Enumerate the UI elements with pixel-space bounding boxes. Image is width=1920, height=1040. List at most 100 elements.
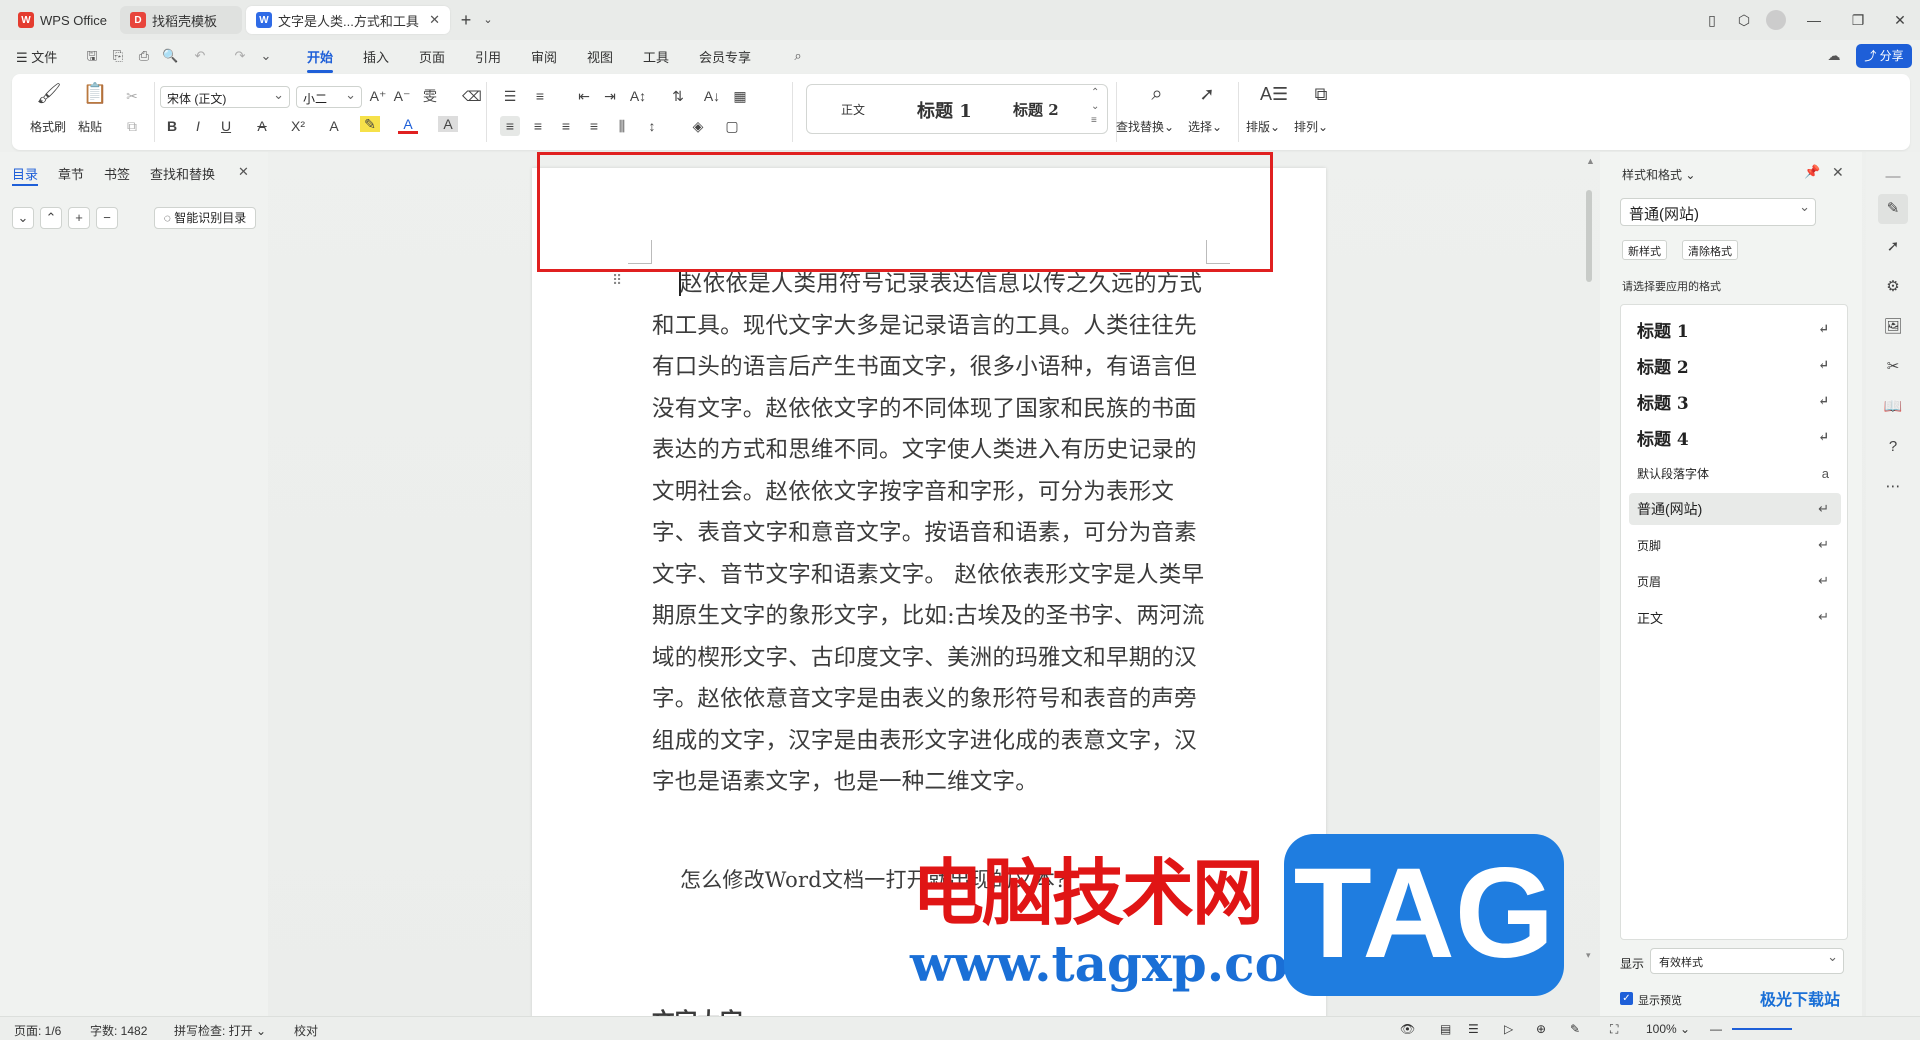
spell-check-toggle[interactable]: 拼写检查: 打开 ⌄ bbox=[174, 1022, 266, 1039]
tab-document[interactable]: W 文字是人类...方式和工具 ✕ bbox=[246, 6, 450, 34]
tab-find-replace[interactable]: 查找和替换 bbox=[150, 164, 215, 183]
menu-insert[interactable]: 插入 bbox=[363, 47, 389, 66]
distribute-icon[interactable]: ⫼ bbox=[612, 116, 632, 136]
collapse-up-button[interactable]: ⌃ bbox=[40, 207, 62, 229]
zoom-out-icon[interactable]: — bbox=[1710, 1022, 1722, 1036]
format-painter-button[interactable]: 格式刷 bbox=[30, 118, 66, 135]
play-icon[interactable]: ▷ bbox=[1504, 1022, 1513, 1036]
clear-format-icon[interactable]: ⌫ bbox=[462, 86, 482, 106]
menu-page[interactable]: 页面 bbox=[419, 47, 445, 66]
find-replace-button[interactable]: 查找替换⌄ bbox=[1116, 118, 1174, 135]
document-scrollbar[interactable]: ▲ ▾ bbox=[1586, 156, 1595, 1006]
border-icon[interactable]: ▢ bbox=[722, 116, 742, 136]
gallery-more-icon[interactable]: ≡ bbox=[1091, 115, 1097, 126]
bullet-list-icon[interactable]: ☰ bbox=[500, 86, 520, 106]
page-indicator[interactable]: 页面: 1/6 bbox=[14, 1022, 61, 1039]
eye-icon[interactable]: 👁 bbox=[1400, 1022, 1415, 1036]
style-pen-icon[interactable]: ✎ bbox=[1878, 194, 1908, 224]
phonetic-icon[interactable]: 雯 bbox=[420, 86, 440, 106]
tools-icon[interactable]: ✂ bbox=[1882, 356, 1904, 378]
char-shading-icon[interactable]: A bbox=[438, 116, 458, 132]
save-icon[interactable]: 🖫 bbox=[84, 48, 100, 64]
cloud-icon[interactable]: ☁ bbox=[1826, 48, 1842, 64]
search-icon[interactable]: ⌕ bbox=[790, 48, 806, 64]
align-left-icon[interactable]: ≡ bbox=[500, 116, 520, 136]
underline-icon[interactable]: U bbox=[216, 116, 236, 136]
word-count[interactable]: 字数: 1482 bbox=[90, 1022, 147, 1039]
close-pane-icon[interactable]: ✕ bbox=[1832, 164, 1844, 181]
style-item-heading-1[interactable]: 标题 1 ↵ bbox=[1629, 313, 1841, 345]
align-center-icon[interactable]: ≡ bbox=[528, 116, 548, 136]
decrease-indent-icon[interactable]: ⇤ bbox=[574, 86, 594, 106]
style-heading-2[interactable]: 标题 2 bbox=[1013, 99, 1059, 120]
clear-format-button[interactable]: 清除格式 bbox=[1682, 240, 1738, 260]
layout-button[interactable]: 排版⌄ bbox=[1246, 118, 1280, 135]
close-pane-icon[interactable]: ✕ bbox=[238, 164, 249, 180]
show-filter-select[interactable]: 有效样式 bbox=[1650, 948, 1844, 974]
style-heading-1[interactable]: 标题 1 bbox=[917, 97, 972, 123]
select-button[interactable]: 选择⌄ bbox=[1188, 118, 1222, 135]
tab-wps-office[interactable]: W WPS Office bbox=[8, 6, 118, 34]
fit-page-icon[interactable]: ⛶ bbox=[1610, 1022, 1618, 1037]
menu-member[interactable]: 会员专享 bbox=[699, 47, 751, 66]
remove-level-button[interactable]: − bbox=[96, 207, 118, 229]
style-item-heading-3[interactable]: 标题 3 ↵ bbox=[1629, 385, 1841, 417]
select-cursor-icon[interactable]: ➚ bbox=[1194, 84, 1220, 104]
menu-review[interactable]: 审阅 bbox=[531, 47, 557, 66]
menu-reference[interactable]: 引用 bbox=[475, 47, 501, 66]
restore-icon[interactable]: ❐ bbox=[1848, 10, 1868, 30]
help-icon[interactable]: ? bbox=[1882, 436, 1904, 458]
superscript-icon[interactable]: X² bbox=[288, 116, 308, 136]
shading-icon[interactable]: ◈ bbox=[688, 116, 708, 136]
tab-chapter[interactable]: 章节 bbox=[58, 164, 84, 183]
style-item-normal-web[interactable]: 普通(网站) ↵ bbox=[1629, 493, 1841, 525]
share-button[interactable]: ⤴ 分享 bbox=[1856, 44, 1912, 68]
arrange-button[interactable]: 排列⌄ bbox=[1294, 118, 1328, 135]
tab-toc[interactable]: 目录 bbox=[12, 164, 38, 183]
arrange-icon[interactable]: ⧉ bbox=[1308, 84, 1334, 104]
tab-bookmark[interactable]: 书签 bbox=[104, 164, 130, 183]
line-spacing-icon[interactable]: ↕ bbox=[642, 116, 662, 136]
pin-icon[interactable]: 📌 bbox=[1804, 164, 1820, 180]
numbered-list-icon[interactable]: ≡ bbox=[530, 86, 550, 106]
avatar[interactable] bbox=[1766, 10, 1786, 30]
properties-icon[interactable]: ⚙ bbox=[1882, 276, 1904, 298]
outline-view-icon[interactable]: ☰ bbox=[1468, 1022, 1479, 1036]
text-effect-icon[interactable]: A bbox=[324, 116, 344, 136]
style-item-heading-2[interactable]: 标题 2 ↵ bbox=[1629, 349, 1841, 381]
zoom-slider[interactable] bbox=[1732, 1028, 1792, 1030]
undo-icon[interactable]: ↶ bbox=[192, 48, 208, 64]
grow-font-icon[interactable]: A⁺ bbox=[368, 86, 388, 106]
cut-icon[interactable]: ✂ bbox=[122, 86, 142, 106]
tab-docer[interactable]: D 找稻壳模板 bbox=[120, 6, 242, 34]
redo-icon[interactable]: ↷ bbox=[232, 48, 248, 64]
body-paragraph[interactable]: 赵依依是人类用符号记录表达信息以传之久远的方式和工具。现代文字大多是记录语言的工… bbox=[652, 264, 1212, 804]
find-replace-icon[interactable]: ⌕ bbox=[1144, 84, 1170, 104]
style-normal[interactable]: 正文 bbox=[841, 101, 865, 118]
scrollbar-thumb[interactable] bbox=[1586, 190, 1592, 282]
image-edit-icon[interactable]: 🖼 bbox=[1882, 316, 1904, 338]
gallery-up-icon[interactable]: ⌃ bbox=[1091, 87, 1099, 98]
format-painter-icon[interactable]: 🖌 bbox=[36, 84, 62, 104]
menu-tools[interactable]: 工具 bbox=[643, 47, 669, 66]
scroll-down-icon[interactable]: ▾ bbox=[1586, 950, 1591, 961]
align-right-icon[interactable]: ≡ bbox=[556, 116, 576, 136]
proofread-button[interactable]: 校对 bbox=[294, 1022, 318, 1039]
new-style-button[interactable]: 新样式 bbox=[1622, 240, 1667, 260]
highlight-icon[interactable]: ✎ bbox=[360, 116, 380, 132]
add-level-button[interactable]: + bbox=[68, 207, 90, 229]
file-menu[interactable]: ☰ 文件 bbox=[16, 47, 57, 66]
style-item-heading-4[interactable]: 标题 4 ↵ bbox=[1629, 421, 1841, 453]
book-icon[interactable]: 📖 bbox=[1882, 396, 1904, 418]
layout-icon[interactable]: ▯ bbox=[1702, 10, 1722, 30]
web-view-icon[interactable]: ⊕ bbox=[1536, 1022, 1546, 1036]
gallery-down-icon[interactable]: ⌄ bbox=[1091, 101, 1099, 112]
box-icon[interactable]: ⬡ bbox=[1734, 10, 1754, 30]
preview-checkbox[interactable]: ✓ bbox=[1620, 992, 1633, 1005]
close-tab-icon[interactable]: ✕ bbox=[429, 12, 440, 28]
text-direction-icon[interactable]: A↓ bbox=[702, 86, 722, 106]
layout-text-icon[interactable]: A☰ bbox=[1260, 84, 1288, 104]
copy-icon[interactable]: ⧉ bbox=[122, 116, 142, 136]
bold-icon[interactable]: B bbox=[162, 116, 182, 136]
font-size-select[interactable]: 小二 bbox=[296, 86, 362, 108]
